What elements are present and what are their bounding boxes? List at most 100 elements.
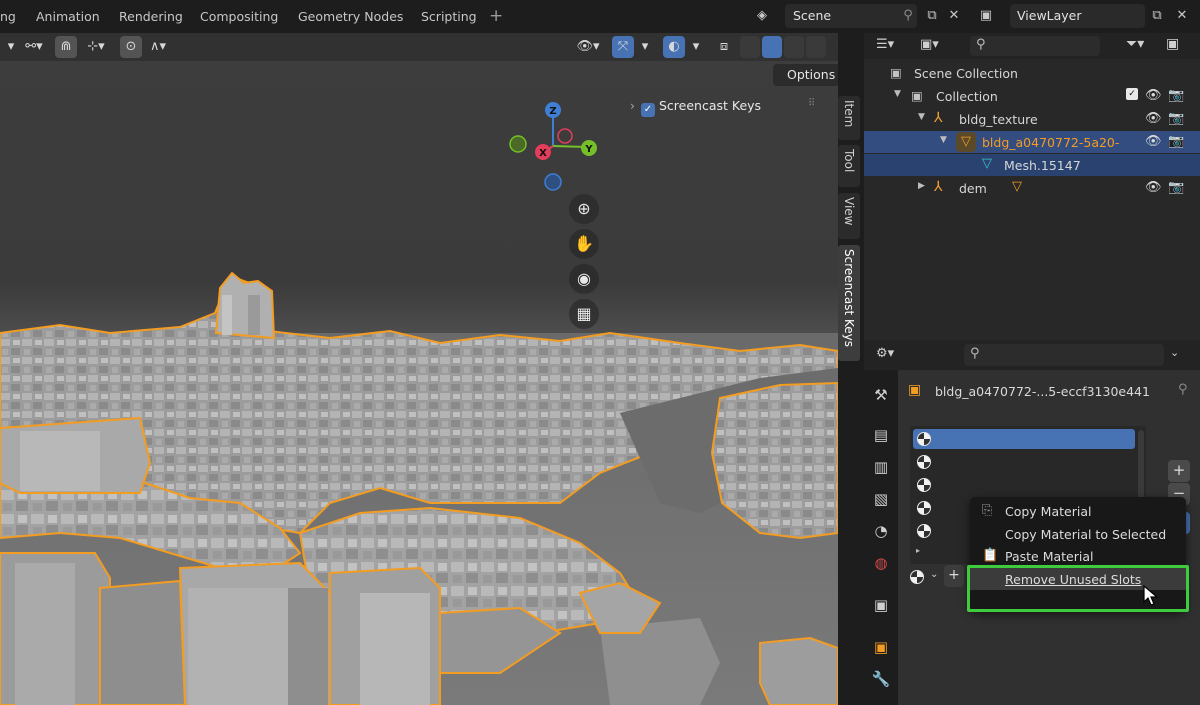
npanel-tab-strip: Item Tool View Screencast Keys: [838, 90, 860, 705]
new-collection-icon[interactable]: ▣: [1166, 36, 1179, 52]
checkbox-icon[interactable]: ✓: [641, 103, 655, 117]
empty-object-icon: ⅄: [934, 110, 943, 126]
viewlayer-name: ViewLayer: [1017, 8, 1082, 23]
output-tab-icon[interactable]: ▥: [870, 456, 892, 478]
properties-search-input[interactable]: ⚲: [964, 344, 1164, 366]
material-slot[interactable]: [913, 429, 1135, 449]
menu-item-copy-material-to-selected[interactable]: Copy Material to Selected: [970, 523, 1186, 545]
outliner-row-bldg-texture[interactable]: ▼ ⅄ bldg_texture 👁 📷: [864, 108, 1200, 130]
view-layer-tab-icon[interactable]: ▧: [870, 488, 892, 510]
outliner-row-bldg-object[interactable]: ▼ ▽ bldg_a0470772-5a20- 👁 📷: [864, 131, 1200, 153]
gizmo-x-label: X: [539, 148, 547, 159]
tab-animation[interactable]: Animation: [36, 9, 100, 24]
tab-tool[interactable]: Tool: [838, 145, 860, 187]
pin-icon[interactable]: ⚲: [898, 6, 918, 26]
outliner-row-collection[interactable]: ▼ ▣ Collection ✓ 👁 📷: [864, 85, 1200, 107]
eye-icon[interactable]: 👁: [1145, 134, 1162, 149]
collection-icon: ▣: [911, 88, 923, 103]
object-name-label: bldg_a0470772-...5-eccf3130e441: [935, 384, 1150, 399]
options-dropdown[interactable]: Options ⌄: [773, 64, 838, 86]
city-scene: [0, 271, 838, 705]
tab-scripting[interactable]: Scripting: [421, 9, 477, 24]
camera-icon[interactable]: 📷: [1168, 88, 1184, 103]
camera-icon[interactable]: 📷: [1168, 134, 1184, 149]
options-label: Options: [787, 67, 836, 82]
filter-icon[interactable]: ⏷▾: [1126, 36, 1144, 52]
outliner-row-scene-collection[interactable]: ▣ Scene Collection: [864, 62, 1200, 84]
chevron-down-icon: ⌄: [930, 569, 939, 580]
outliner-row-dem[interactable]: ▶ ⅄ dem ▽ 👁 📷: [864, 177, 1200, 199]
viewlayer-icon[interactable]: ▣: [976, 6, 996, 26]
material-browse-button[interactable]: ⌄: [908, 566, 942, 588]
tab-view[interactable]: View: [838, 193, 860, 239]
expand-arrow-icon[interactable]: ▼: [918, 112, 925, 122]
mesh-object-icon: ▽: [1012, 179, 1022, 194]
search-icon: ⚲: [970, 346, 980, 361]
properties-tabs: ⚒ ▤ ▥ ▧ ◔ ◍ ▣ ▣ 🔧: [864, 370, 898, 705]
outliner-row-label: Collection: [936, 89, 998, 104]
material-slot[interactable]: [913, 452, 1135, 472]
scene-tab-icon[interactable]: ◔: [870, 520, 892, 542]
tab-rendering[interactable]: Rendering: [119, 9, 183, 24]
display-mode-icon[interactable]: ▣▾: [920, 37, 939, 52]
mesh-data-icon: ▽: [982, 156, 992, 171]
tool-tab-icon[interactable]: ⚒: [870, 384, 892, 406]
editor-type-icon[interactable]: ☰▾: [876, 37, 894, 52]
editor-type-icon[interactable]: ⚙▾: [876, 346, 894, 361]
tab-compositing[interactable]: Compositing: [200, 9, 278, 24]
material-slot[interactable]: [913, 475, 1135, 495]
navigation-gizmo[interactable]: Z Y X: [505, 96, 605, 196]
menu-item-copy-material[interactable]: ⎘ Copy Material: [970, 500, 1186, 522]
chevron-down-icon[interactable]: ⌄: [1170, 346, 1179, 359]
tab-screencast-keys[interactable]: Screencast Keys: [838, 245, 860, 361]
outliner-row-label: bldg_a0470772-5a20-: [982, 135, 1120, 150]
scene-collection-icon: ▣: [890, 65, 902, 80]
outliner-row-label: dem: [959, 181, 987, 196]
zoom-icon[interactable]: ⊕: [569, 194, 599, 224]
top-bar: ng Animation Rendering Compositing Geome…: [0, 0, 1200, 33]
screencast-keys-toggle[interactable]: › ✓ Screencast Keys ⠿: [630, 98, 815, 117]
outliner-row-label: Mesh.15147: [1004, 158, 1081, 173]
delete-scene-icon[interactable]: ✕: [944, 6, 964, 26]
new-viewlayer-icon[interactable]: ⧉: [1147, 6, 1167, 26]
modifier-tab-icon[interactable]: 🔧: [870, 668, 892, 690]
tab-geometry-nodes[interactable]: Geometry Nodes: [298, 9, 403, 24]
object-icon: ▣: [908, 382, 922, 398]
world-tab-icon[interactable]: ◍: [870, 552, 892, 574]
camera-icon[interactable]: 📷: [1168, 180, 1184, 195]
checkbox-icon[interactable]: ✓: [1126, 88, 1138, 100]
expand-arrow-icon[interactable]: ▼: [894, 89, 901, 99]
chevron-right-icon: ›: [630, 98, 635, 113]
scene-name: Scene: [793, 8, 832, 23]
list-resize-icon[interactable]: ▸: [916, 546, 920, 555]
scene-icon[interactable]: ◈: [752, 6, 772, 26]
tab-layout[interactable]: ng: [0, 9, 16, 24]
render-tab-icon[interactable]: ▤: [870, 424, 892, 446]
eye-icon[interactable]: 👁: [1145, 111, 1162, 126]
copy-icon: ⎘: [982, 503, 993, 518]
outliner-row-label: bldg_texture: [959, 112, 1038, 127]
camera-icon[interactable]: ◉: [569, 264, 599, 294]
add-workspace-icon[interactable]: +: [489, 6, 503, 26]
3d-viewport[interactable]: ▾ ⚯▾ ⋒ ⊹▾ ⊙ ∧▾ 👁▾ ⤧ ▾ ◐ ▾ ⧈ ▾: [0, 33, 838, 705]
hand-pan-icon[interactable]: ✋: [569, 229, 599, 259]
grid-perspective-icon[interactable]: ▦: [569, 299, 599, 329]
add-slot-button[interactable]: +: [1168, 460, 1190, 482]
outliner-search-input[interactable]: ⚲: [970, 36, 1100, 56]
expand-arrow-icon[interactable]: ▼: [940, 135, 947, 145]
eye-icon[interactable]: 👁: [1145, 88, 1162, 103]
expand-arrow-icon[interactable]: ▶: [918, 181, 925, 191]
drag-handle-icon[interactable]: ⠿: [808, 98, 815, 109]
tab-view-label: View: [842, 197, 856, 226]
menu-item-paste-material[interactable]: 📋 Paste Material: [970, 545, 1186, 567]
camera-icon[interactable]: 📷: [1168, 111, 1184, 126]
object-tab-icon[interactable]: ▣: [870, 636, 892, 658]
new-scene-icon[interactable]: ⧉: [922, 6, 942, 26]
collection-tab-icon[interactable]: ▣: [870, 594, 892, 616]
tab-item[interactable]: Item: [838, 96, 860, 140]
new-material-button[interactable]: +: [944, 565, 964, 587]
eye-icon[interactable]: 👁: [1145, 180, 1162, 195]
outliner-row-mesh-data[interactable]: ▽ Mesh.15147: [864, 154, 1200, 176]
pin-icon[interactable]: ⚲: [1178, 382, 1188, 397]
delete-viewlayer-icon[interactable]: ✕: [1172, 6, 1192, 26]
